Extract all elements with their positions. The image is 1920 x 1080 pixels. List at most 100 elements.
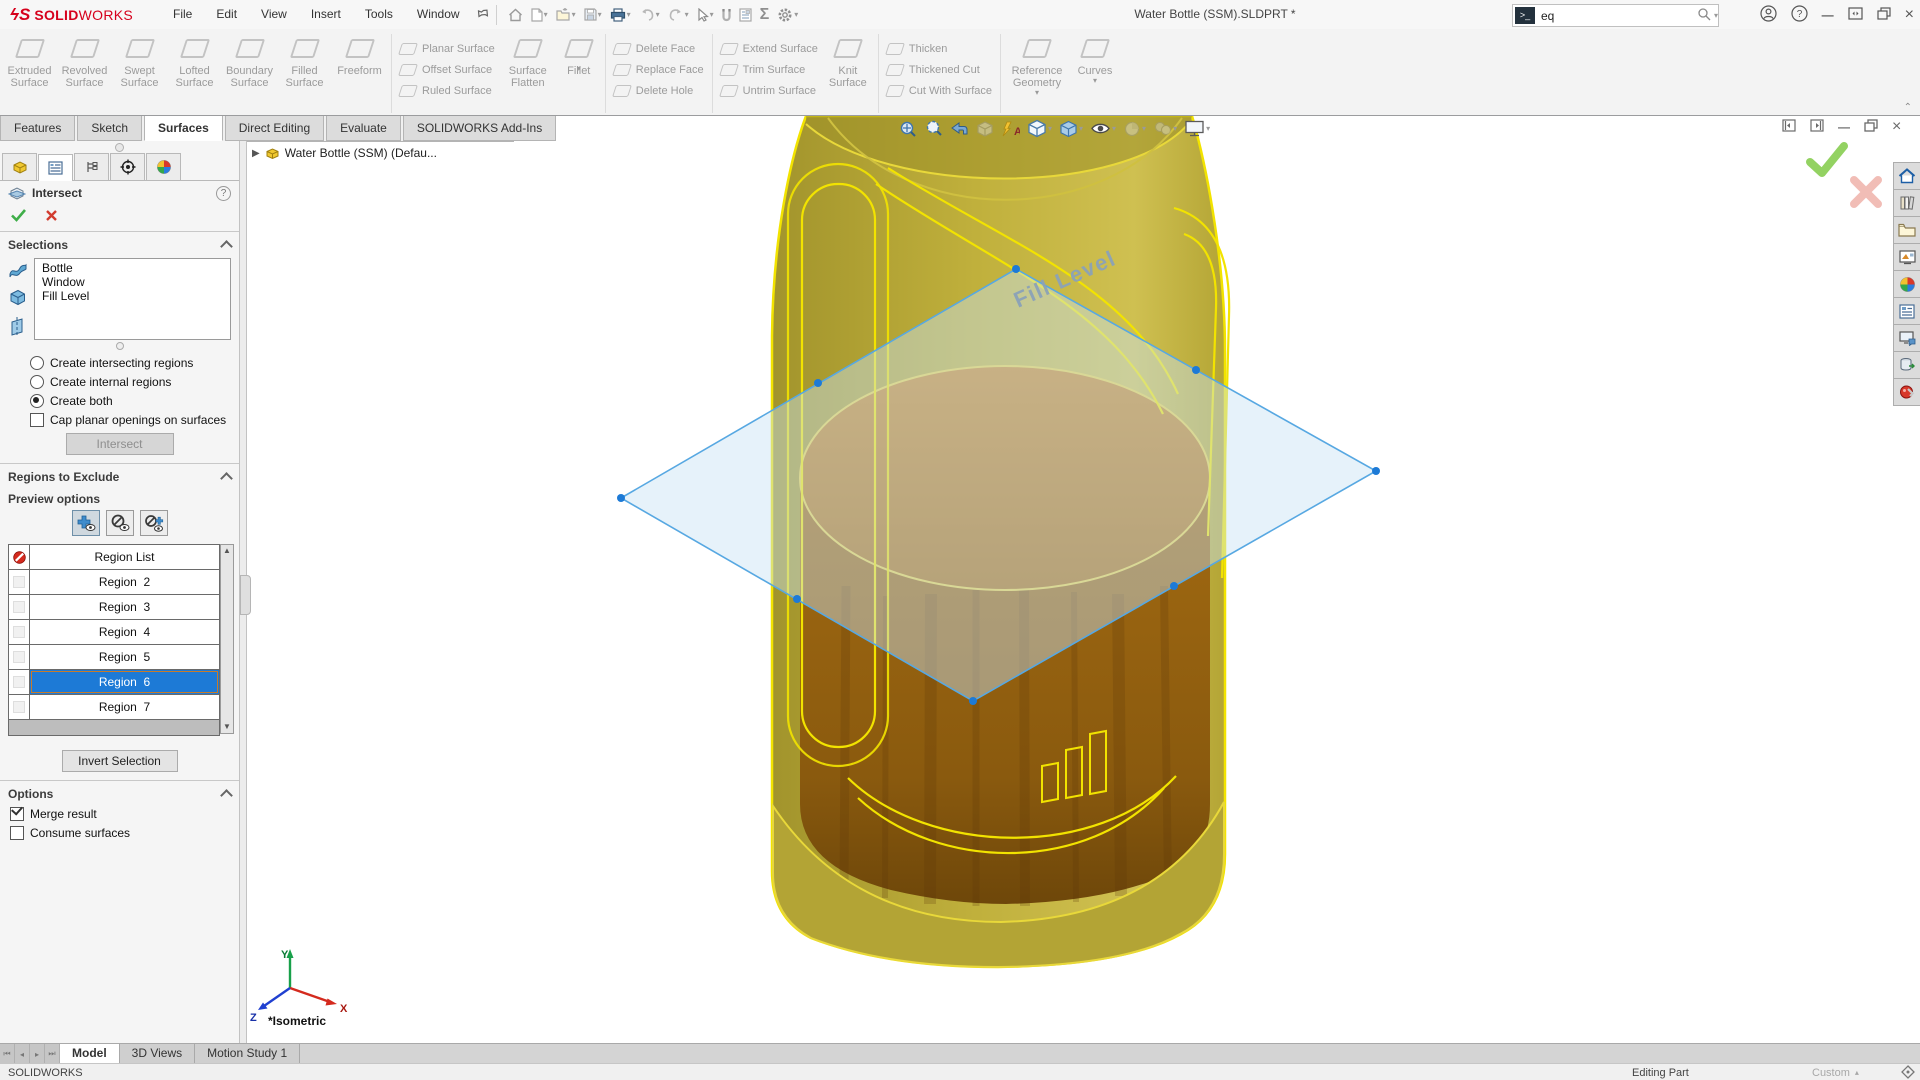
file-explorer-icon[interactable]	[1893, 217, 1920, 244]
save-icon[interactable]: ▾	[581, 6, 605, 23]
pane-left-icon[interactable]	[1782, 119, 1796, 135]
scroll-down-icon[interactable]: ▼	[223, 721, 231, 733]
cut-with-surface-button[interactable]: Cut With Surface	[883, 80, 996, 101]
edit-appearance-icon[interactable]: ▾	[1123, 120, 1146, 138]
delete-face-button[interactable]: Delete Face	[610, 38, 708, 59]
undo-icon[interactable]: ▾	[636, 6, 663, 23]
trim-surface-button[interactable]: Trim Surface	[717, 59, 822, 80]
extend-surface-button[interactable]: Extend Surface	[717, 38, 822, 59]
tab-feature-manager[interactable]	[2, 153, 37, 180]
tab-sketch[interactable]: Sketch	[77, 116, 142, 141]
panel-resize-handle[interactable]	[0, 141, 239, 153]
boundary-surface-button[interactable]: Boundary Surface	[222, 34, 277, 89]
curves-button[interactable]: Curves▾	[1069, 34, 1121, 89]
menu-tools[interactable]: Tools	[353, 0, 405, 29]
region-exclude-cell[interactable]	[9, 645, 30, 669]
pane-right-icon[interactable]	[1810, 119, 1824, 135]
tab-solidworks-add-ins[interactable]: SOLIDWORKS Add-Ins	[403, 116, 556, 141]
freeform-button[interactable]: Freeform	[332, 34, 387, 77]
thickened-cut-button[interactable]: Thickened Cut	[883, 59, 996, 80]
search-box[interactable]: >_ ▾	[1512, 4, 1719, 27]
menu-insert[interactable]: Insert	[299, 0, 353, 29]
region-exclude-cell[interactable]	[9, 695, 30, 719]
tab-3d-views[interactable]: 3D Views	[120, 1044, 195, 1064]
scroll-next-icon[interactable]: ▸	[30, 1044, 45, 1064]
menu-window[interactable]: Window	[405, 0, 472, 29]
view-palette-icon[interactable]	[1893, 244, 1920, 271]
tab-direct-editing[interactable]: Direct Editing	[225, 116, 324, 141]
region-row[interactable]: Region 2	[9, 570, 219, 595]
region-row[interactable]: Region 5	[9, 645, 219, 670]
section-view-icon[interactable]	[976, 120, 994, 138]
tab-evaluate[interactable]: Evaluate	[326, 116, 401, 141]
view-settings-icon[interactable]: ▾	[1184, 120, 1210, 137]
revolved-surface-button[interactable]: Revolved Surface	[57, 34, 112, 89]
region-row-selected[interactable]: Region 6	[9, 670, 219, 695]
confirmation-cancel-button[interactable]	[1848, 174, 1884, 213]
region-row[interactable]: Region 3	[9, 595, 219, 620]
fill-level-plane[interactable]	[621, 269, 1376, 701]
search-icon[interactable]	[1697, 7, 1711, 24]
user-account-icon[interactable]	[1760, 5, 1777, 25]
planar-surface-button[interactable]: Planar Surface	[396, 38, 499, 59]
knit-surface-button[interactable]: Knit Surface	[822, 34, 874, 89]
options-section-header[interactable]: Options	[0, 781, 239, 803]
tab-display-manager[interactable]	[146, 153, 181, 180]
region-exclude-cell[interactable]	[9, 620, 30, 644]
menu-view[interactable]: View	[249, 0, 299, 29]
replace-face-button[interactable]: Replace Face	[610, 59, 708, 80]
rebuild-icon[interactable]	[736, 6, 755, 24]
status-tag-icon[interactable]	[1901, 1065, 1915, 1080]
region-row[interactable]: Region 7	[9, 695, 219, 720]
confirmation-ok-button[interactable]	[1804, 142, 1850, 181]
scroll-up-icon[interactable]: ▲	[223, 545, 231, 557]
new-document-icon[interactable]: ▾	[528, 6, 551, 24]
tab-configuration-manager[interactable]	[74, 153, 109, 180]
tab-features[interactable]: Features	[0, 116, 75, 141]
intersect-button[interactable]: Intersect	[66, 433, 174, 455]
consume-surfaces-checkbox[interactable]: Consume surfaces	[10, 826, 231, 840]
close-button[interactable]: ×	[1905, 6, 1914, 24]
menu-edit[interactable]: Edit	[204, 0, 249, 29]
apply-scene-icon[interactable]: ▾	[1153, 120, 1177, 137]
selection-list[interactable]: Bottle Window Fill Level	[34, 258, 231, 340]
thicken-button[interactable]: Thicken	[883, 38, 996, 59]
help-icon[interactable]: ?	[1791, 5, 1808, 25]
magnet-icon[interactable]	[719, 6, 734, 24]
display-style-icon[interactable]: ▾	[1059, 120, 1083, 138]
fillet-button[interactable]: Fillet▾	[557, 34, 601, 77]
extruded-surface-button[interactable]: Extruded Surface	[2, 34, 57, 89]
view-orientation-icon[interactable]: ▾	[1027, 119, 1052, 138]
zoom-to-fit-icon[interactable]	[898, 119, 917, 138]
menu-file[interactable]: File	[161, 0, 204, 29]
reference-geometry-button[interactable]: Reference Geometry▾	[1005, 34, 1069, 101]
arrange-windows-icon[interactable]	[1848, 7, 1863, 23]
region-row[interactable]: Region 4	[9, 620, 219, 645]
filled-surface-button[interactable]: Filled Surface	[277, 34, 332, 89]
help-icon[interactable]: ?	[216, 186, 231, 201]
untrim-surface-button[interactable]: Untrim Surface	[717, 80, 822, 101]
ribbon-collapse-icon[interactable]: ⌃	[1904, 102, 1912, 113]
tab-surfaces[interactable]: Surfaces	[144, 116, 223, 141]
region-exclude-cell[interactable]	[9, 595, 30, 619]
curves-flyout-icon[interactable]: ▾	[1093, 75, 1097, 87]
show-excluded-regions-button[interactable]	[106, 510, 134, 536]
panel-collapse-handle[interactable]	[240, 575, 251, 615]
reference-geometry-flyout-icon[interactable]: ▾	[1035, 87, 1039, 99]
panel-splitter[interactable]	[240, 141, 247, 1043]
cap-planar-openings-checkbox[interactable]: Cap planar openings on surfaces	[30, 413, 231, 427]
selection-item-window[interactable]: Window	[35, 275, 230, 289]
restore-button[interactable]	[1877, 7, 1891, 23]
breadcrumb-expand-icon[interactable]: ▶	[252, 148, 260, 159]
hide-show-items-icon[interactable]: ▾	[1090, 121, 1116, 136]
graphics-area[interactable]: Fill Level	[246, 116, 1920, 1043]
solidworks-forum-icon[interactable]	[1893, 325, 1920, 352]
search-input[interactable]	[1539, 8, 1697, 24]
invert-selection-button[interactable]: Invert Selection	[62, 750, 178, 772]
tab-property-manager[interactable]	[38, 154, 73, 181]
region-exclude-cell[interactable]	[9, 670, 30, 694]
zoom-to-area-icon[interactable]	[924, 119, 943, 138]
home-icon[interactable]	[505, 6, 526, 24]
region-exclude-cell[interactable]	[9, 570, 30, 594]
orientation-triad[interactable]: Y X Z	[248, 944, 358, 1022]
